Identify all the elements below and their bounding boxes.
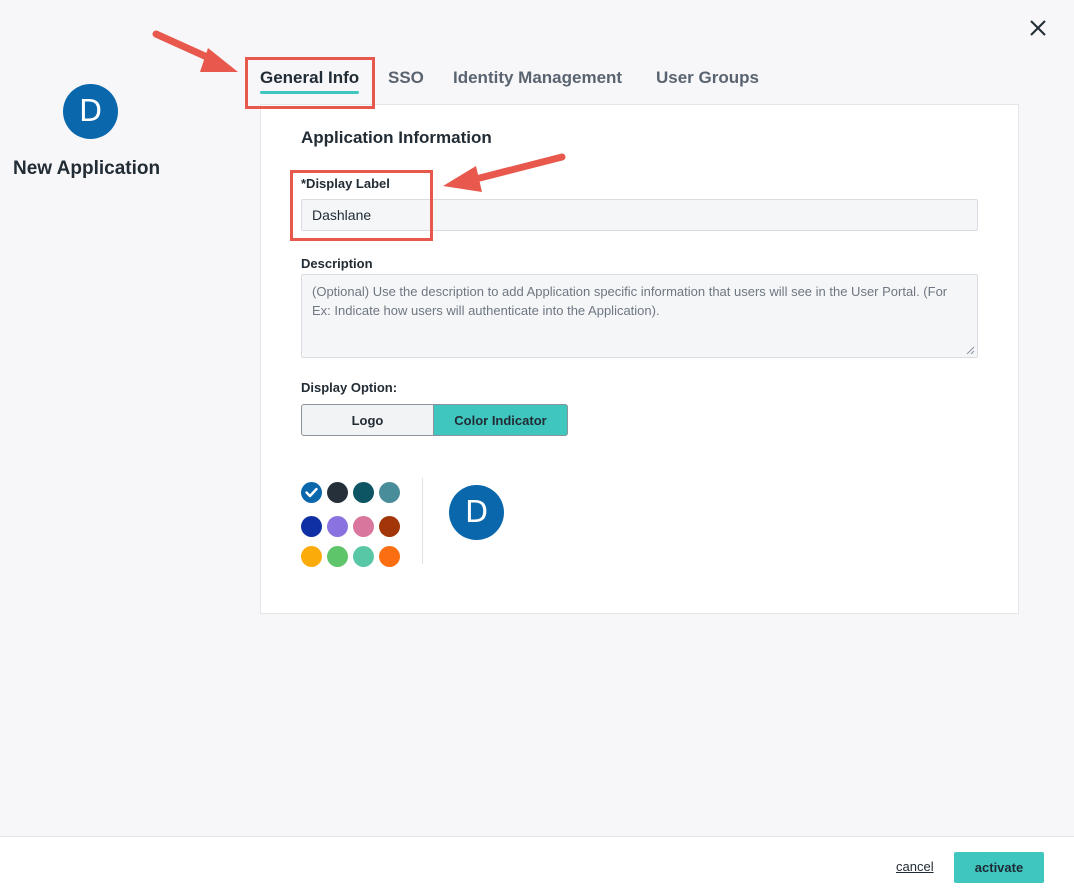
swatch-divider xyxy=(422,478,423,564)
display-option-logo[interactable]: Logo xyxy=(301,404,434,436)
display-option-label: Display Option: xyxy=(301,380,398,395)
tab-sso[interactable]: SSO xyxy=(388,68,424,94)
annotation-arrow-tab xyxy=(152,30,238,72)
display-option-color-indicator[interactable]: Color Indicator xyxy=(434,404,568,436)
display-label-input[interactable]: Dashlane xyxy=(301,199,978,231)
close-icon xyxy=(1030,20,1046,36)
color-swatch[interactable] xyxy=(301,516,322,537)
color-swatch[interactable] xyxy=(301,482,322,503)
preview-avatar: D xyxy=(449,485,504,540)
tab-general-info[interactable]: General Info xyxy=(260,68,360,94)
general-info-panel: Application Information *Display Label D… xyxy=(260,104,1019,614)
display-label-label: *Display Label xyxy=(301,176,390,191)
section-title: Application Information xyxy=(301,128,492,147)
color-swatch[interactable] xyxy=(301,546,322,567)
activate-button[interactable]: activate xyxy=(954,852,1044,883)
color-swatch[interactable] xyxy=(353,516,374,537)
color-swatch[interactable] xyxy=(379,516,400,537)
display-option-toggle: Logo Color Indicator xyxy=(301,404,568,436)
description-placeholder: (Optional) Use the description to add Ap… xyxy=(312,284,948,318)
color-swatch[interactable] xyxy=(379,482,400,503)
color-swatch[interactable] xyxy=(353,482,374,503)
app-avatar: D xyxy=(63,84,118,139)
color-swatch[interactable] xyxy=(327,546,348,567)
color-swatch[interactable] xyxy=(379,546,400,567)
resize-grip-icon[interactable] xyxy=(966,346,975,355)
color-swatch[interactable] xyxy=(327,516,348,537)
tab-user-groups[interactable]: User Groups xyxy=(656,68,759,94)
tab-identity-management[interactable]: Identity Management xyxy=(453,68,622,94)
description-label: Description xyxy=(301,256,373,271)
description-textarea[interactable]: (Optional) Use the description to add Ap… xyxy=(301,274,978,358)
close-button[interactable] xyxy=(1024,14,1052,42)
cancel-link[interactable]: cancel xyxy=(896,859,934,874)
app-name: New Application xyxy=(13,158,161,179)
color-swatch[interactable] xyxy=(327,482,348,503)
footer-bar: cancel activate xyxy=(0,836,1074,895)
check-icon xyxy=(305,487,318,498)
color-swatch[interactable] xyxy=(353,546,374,567)
